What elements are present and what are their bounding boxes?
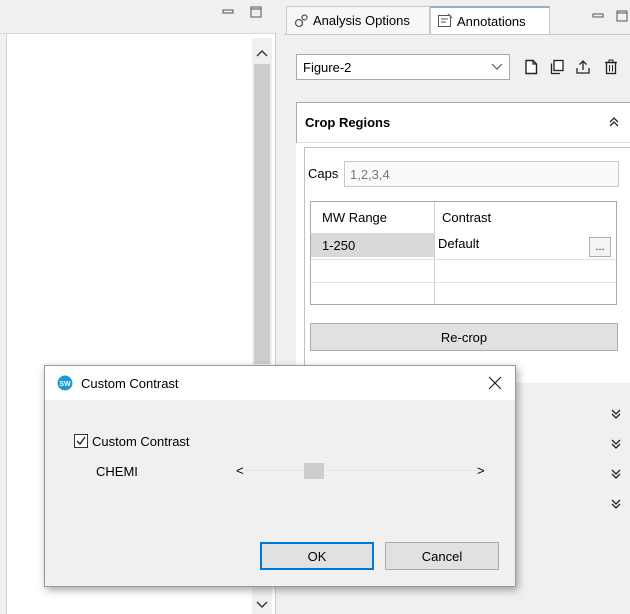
figure-select-value: Figure-2 xyxy=(303,59,352,75)
contrast-slider[interactable] xyxy=(232,463,500,479)
expand-section-button[interactable] xyxy=(610,468,622,483)
row-divider xyxy=(311,282,616,283)
left-scrollbar-thumb[interactable] xyxy=(254,64,270,364)
dialog-title: Custom Contrast xyxy=(81,375,179,391)
custom-contrast-checkbox-label[interactable]: Custom Contrast xyxy=(92,434,190,449)
figure-select[interactable]: Figure-2 xyxy=(296,54,510,80)
channel-label: CHEMI xyxy=(96,464,138,479)
ok-label: OK xyxy=(307,548,327,564)
contrast-slider-track xyxy=(244,470,488,471)
crop-regions-title: Crop Regions xyxy=(305,115,391,130)
chevron-down-icon xyxy=(491,63,503,70)
tab-label: Annotations xyxy=(457,13,526,29)
chevron-up-icon xyxy=(256,50,268,57)
cancel-button[interactable]: Cancel xyxy=(385,542,499,570)
caps-field[interactable]: 1,2,3,4 xyxy=(344,161,619,187)
export-figure-button[interactable] xyxy=(572,56,594,78)
double-chevron-down-icon xyxy=(611,469,621,479)
expand-section-button[interactable] xyxy=(610,408,622,423)
app-logo-icon: SW xyxy=(57,375,73,391)
column-divider xyxy=(434,202,435,304)
tab-label: Analysis Options xyxy=(313,13,410,28)
double-chevron-down-icon xyxy=(611,499,621,509)
slider-decrement-button[interactable]: < xyxy=(236,463,244,478)
caps-label: Caps xyxy=(308,166,339,181)
new-figure-button[interactable] xyxy=(520,56,542,78)
left-minimize-button[interactable] xyxy=(222,6,234,20)
minimize-icon xyxy=(222,9,234,14)
scroll-up-button[interactable] xyxy=(255,46,269,61)
gear-cluster-icon xyxy=(294,13,308,27)
tab-analysis-options[interactable]: Analysis Options xyxy=(286,6,430,34)
cancel-label: Cancel xyxy=(421,548,463,564)
expand-section-button[interactable] xyxy=(610,438,622,453)
row-divider xyxy=(311,259,616,260)
left-maximize-button[interactable] xyxy=(250,6,262,20)
expand-section-button[interactable] xyxy=(610,498,622,513)
double-chevron-down-icon xyxy=(611,409,621,419)
copy-figure-button[interactable] xyxy=(546,56,568,78)
close-icon xyxy=(488,376,502,390)
annotation-icon xyxy=(438,13,453,27)
trash-icon xyxy=(605,59,617,75)
recrop-label: Re-crop xyxy=(440,329,488,345)
recrop-button[interactable]: Re-crop xyxy=(310,323,618,351)
new-document-icon xyxy=(525,59,538,75)
upload-icon xyxy=(576,60,590,74)
contrast-slider-thumb[interactable] xyxy=(304,463,324,479)
checkmark-icon xyxy=(76,436,86,446)
maximize-icon xyxy=(250,6,262,18)
contrast-edit-button[interactable]: ... xyxy=(589,237,611,257)
mw-range-cell[interactable]: 1-250 xyxy=(322,235,422,255)
crop-regions-header[interactable]: Crop Regions xyxy=(297,103,630,143)
double-chevron-down-icon xyxy=(611,439,621,449)
delete-figure-button[interactable] xyxy=(600,56,622,78)
scroll-down-button[interactable] xyxy=(255,598,269,613)
copy-icon xyxy=(550,59,564,75)
minimize-icon xyxy=(592,13,604,18)
tab-annotations[interactable]: Annotations xyxy=(430,6,550,34)
svg-text:SW: SW xyxy=(59,381,71,388)
right-maximize-button[interactable] xyxy=(616,10,628,24)
left-pane-header xyxy=(0,0,277,34)
double-chevron-up-icon xyxy=(609,117,619,127)
chevron-down-icon xyxy=(256,601,268,608)
dialog-close-button[interactable] xyxy=(480,368,510,398)
ok-button[interactable]: OK xyxy=(260,542,374,570)
maximize-icon xyxy=(616,10,628,22)
custom-contrast-checkbox[interactable] xyxy=(74,434,88,448)
caps-value: 1,2,3,4 xyxy=(350,166,390,182)
right-minimize-button[interactable] xyxy=(592,10,604,24)
column-header-contrast[interactable]: Contrast xyxy=(442,207,542,227)
slider-increment-button[interactable]: > xyxy=(477,463,485,478)
column-header-mw-range[interactable]: MW Range xyxy=(322,207,422,227)
dialog-title-bar[interactable]: SW Custom Contrast xyxy=(45,366,515,400)
contrast-cell[interactable]: Default xyxy=(438,233,538,253)
collapse-crop-regions-button[interactable] xyxy=(608,116,620,131)
